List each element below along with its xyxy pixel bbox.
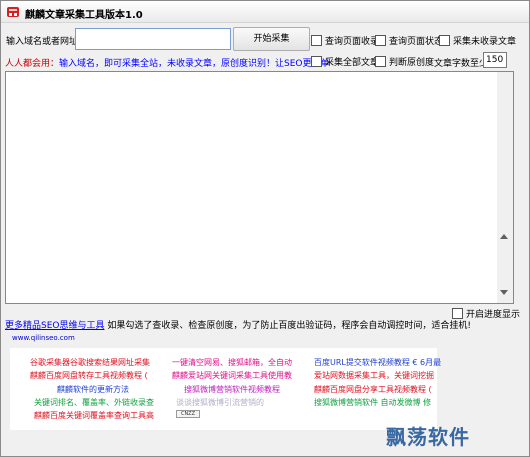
watermark-logo: 飘荡软件: [386, 425, 470, 449]
check-page-status-checkbox[interactable]: 查询页面状态: [375, 34, 443, 47]
checkbox-label: 采集未收录文章: [453, 37, 517, 47]
ad-link[interactable]: 麒麟爱站网关键词采集工具使用教: [172, 370, 292, 381]
ad-link[interactable]: 麒麟软件的更新方法: [57, 384, 129, 395]
checkbox-label: 判断原创度: [389, 58, 435, 68]
ad-link[interactable]: 爱站网数据采集工具，关键词挖掘: [314, 370, 434, 381]
check-originality-checkbox[interactable]: 判断原创度: [375, 55, 434, 68]
ad-link[interactable]: 麒麟百度网盘分享工具视频教程 (: [314, 384, 432, 395]
checkbox-box[interactable]: [375, 35, 386, 46]
checkbox-label: 采集全部文章: [325, 58, 380, 68]
domain-input[interactable]: [75, 28, 231, 50]
ad-link[interactable]: 麒麟百度网盘转存工具视频教程 (: [30, 370, 148, 381]
checkbox-box[interactable]: [311, 35, 322, 46]
ad-link[interactable]: 谈谈搜狐微博引流营销的: [176, 397, 264, 408]
start-collect-button[interactable]: 开始采集: [233, 27, 310, 51]
more-seo-tools-link[interactable]: 更多精品SEO思维与工具: [5, 321, 104, 331]
ad-link[interactable]: 搜狐微博营销软件视频教程: [184, 384, 280, 395]
checkbox-box[interactable]: [439, 35, 450, 46]
window-title: 麒麟文章采集工具版本1.0: [25, 10, 143, 21]
status-message: 如果勾选了查收录、检查原创度，为了防止百度出验证码，程序会自动调控时间，适合挂机…: [107, 321, 471, 331]
domain-label: 输入域名或者网址: [6, 37, 79, 47]
ad-link[interactable]: 一键清空网易、搜狐邮箱，全自动: [172, 357, 292, 368]
scroll-up-icon[interactable]: [500, 234, 508, 239]
usage-tip: 人人都会用：输入域名，即可采集全站，未收录文章，原创度识别！让SEO更简单: [5, 56, 330, 69]
checkbox-label: 开启进度显示: [466, 310, 521, 320]
app-icon: [7, 7, 19, 17]
checkbox-label: 查询页面收录: [325, 37, 380, 47]
tip-body: 输入域名，即可采集全站，未收录文章，原创度识别！让SEO更简单: [59, 59, 330, 69]
ad-link[interactable]: 百度URL提交软件视频教程 € 6月最: [314, 357, 441, 368]
checkbox-label: 查询页面状态: [389, 37, 444, 47]
ad-link[interactable]: 谷歌采集器谷歌搜索结果网址采集: [30, 357, 150, 368]
status-line: 更多精品SEO思维与工具 如果勾选了查收录、检查原创度，为了防止百度出验证码，程…: [5, 318, 471, 331]
ad-link[interactable]: 麒麟百度关键词覆盖率查询工具高: [34, 410, 154, 421]
site-url-link[interactable]: www.qilinseo.com: [12, 334, 75, 342]
word-count-label: 文章字数至少: [434, 59, 489, 69]
collect-all-checkbox[interactable]: 采集全部文章: [311, 55, 379, 68]
ad-link[interactable]: 关键词排名、覆盖率、外链收录查: [34, 397, 154, 408]
checkbox-box[interactable]: [375, 56, 386, 67]
results-scrollbar[interactable]: [497, 71, 514, 304]
checkbox-box[interactable]: [311, 56, 322, 67]
ad-link[interactable]: 搜狐微博营销软件 自动发微博 修: [314, 397, 431, 408]
results-list[interactable]: [5, 71, 510, 304]
tip-lead: 人人都会用：: [5, 59, 60, 69]
scroll-down-icon[interactable]: [500, 290, 508, 295]
collect-unindexed-checkbox[interactable]: 采集未收录文章: [439, 34, 516, 47]
title-bar: 麒麟文章采集工具版本1.0: [1, 1, 529, 23]
check-page-index-checkbox[interactable]: 查询页面收录: [311, 34, 379, 47]
cnzz-badge[interactable]: CNZZ: [176, 410, 200, 418]
word-count-input[interactable]: 150: [483, 52, 507, 68]
